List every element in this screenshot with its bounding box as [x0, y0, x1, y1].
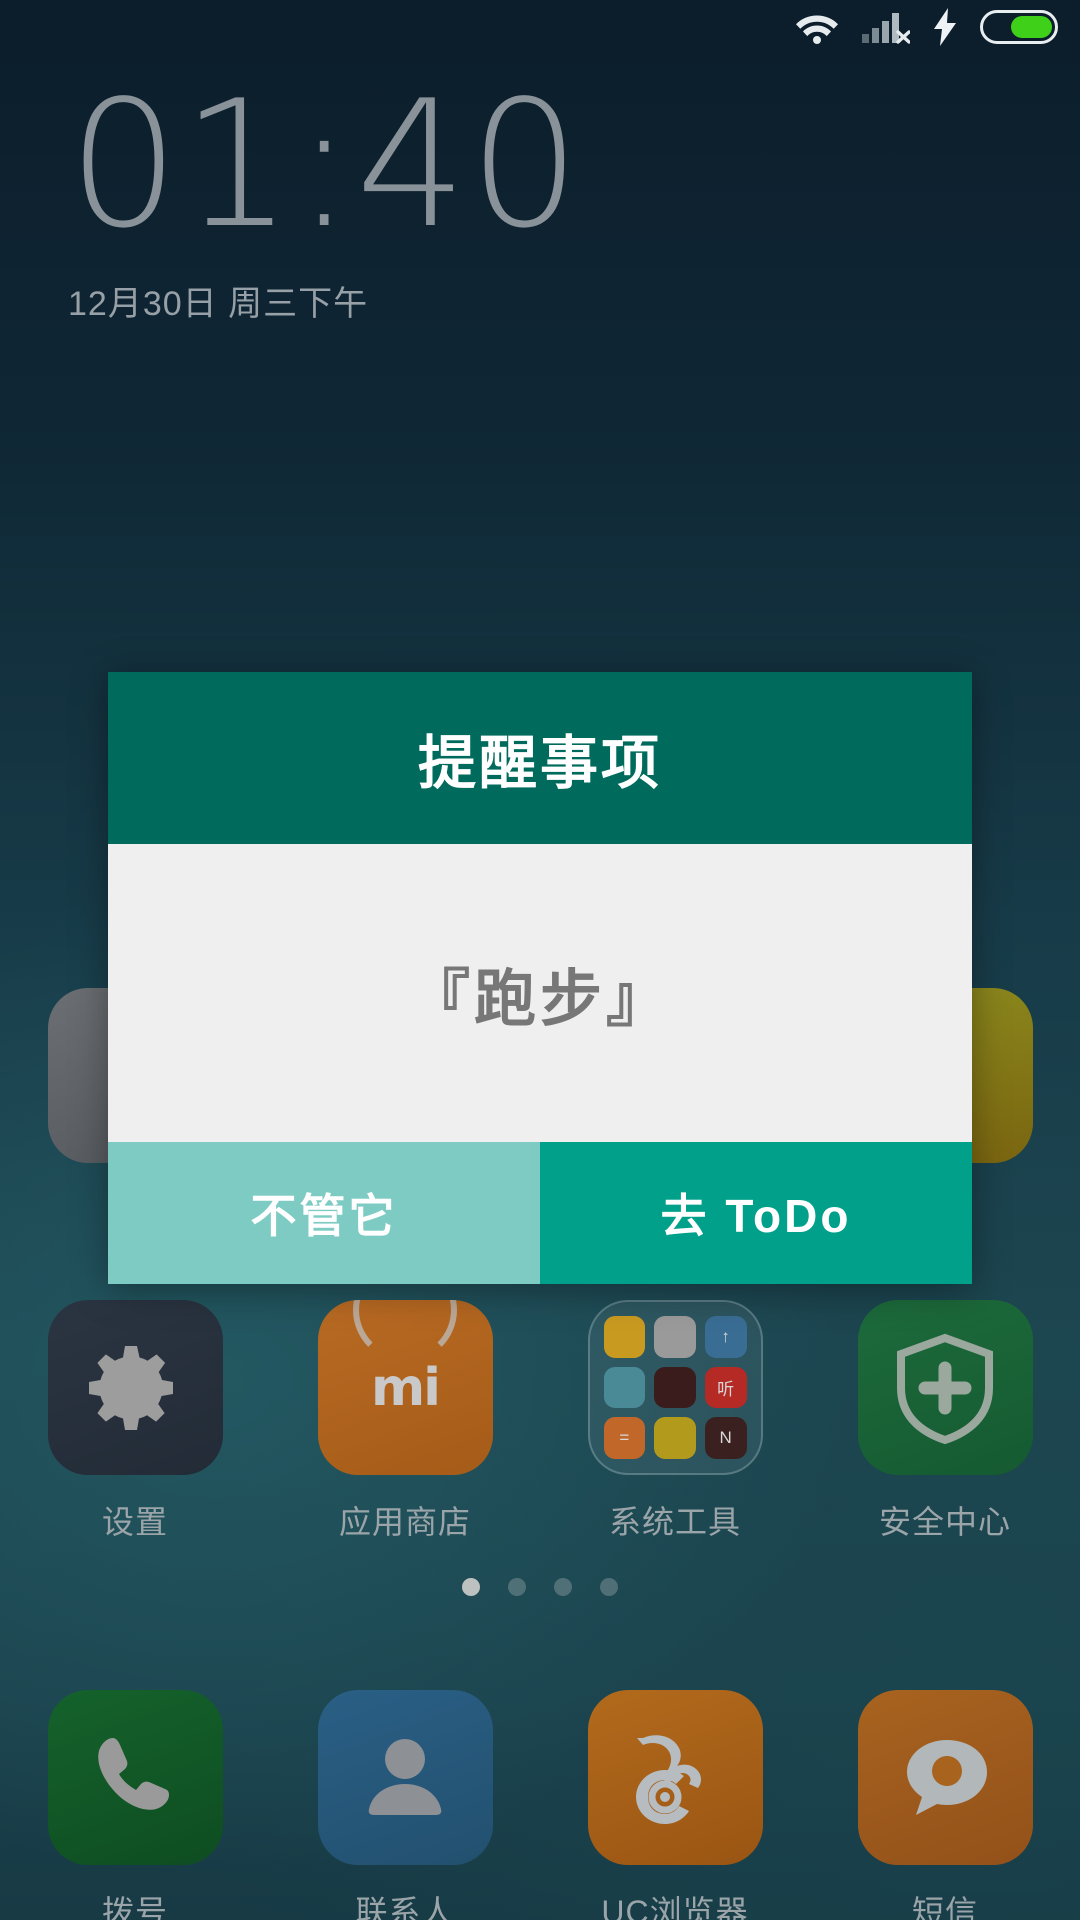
app-label: UC浏览器: [601, 1894, 749, 1920]
bag-handle-icon: [353, 1300, 457, 1362]
page-dot[interactable]: [600, 1578, 618, 1596]
app-store[interactable]: mi 应用商店: [270, 1300, 540, 1543]
mi-logo-text: mi: [370, 1357, 441, 1418]
cellular-no-service-icon: [862, 10, 910, 44]
gear-icon[interactable]: [47, 1300, 223, 1475]
radio-icon[interactable]: 听: [704, 1366, 747, 1409]
mi-store-icon[interactable]: mi: [317, 1300, 493, 1475]
app-uc-browser[interactable]: UC浏览器: [540, 1690, 810, 1920]
app-security[interactable]: 安全中心: [810, 1300, 1080, 1543]
compass-icon[interactable]: N: [704, 1417, 747, 1459]
app-label: 系统工具: [608, 1504, 741, 1540]
clock-date: 12月30日 周三下午: [68, 284, 369, 323]
app-folder-system-tools[interactable]: ↑ 听 = N 系统工具: [540, 1300, 810, 1543]
battery-icon: [980, 10, 1058, 44]
upload-icon[interactable]: ↑: [704, 1316, 747, 1358]
lockscreen-clock-block: 01:40 12月30日 周三下午: [68, 64, 583, 325]
shield-plus-icon[interactable]: [857, 1300, 1033, 1475]
app-label: 拨号: [101, 1894, 168, 1920]
downloads-icon[interactable]: [603, 1316, 646, 1358]
phone-icon[interactable]: [47, 1690, 223, 1865]
reminder-dialog: 提醒事项 『跑步』 不管它 去 ToDo: [108, 672, 972, 1284]
page-dot[interactable]: [508, 1578, 526, 1596]
page-indicator[interactable]: [0, 1578, 1080, 1596]
app-messages[interactable]: 短信: [810, 1690, 1080, 1920]
dialog-actions: 不管它 去 ToDo: [108, 1142, 972, 1284]
app-grid: 设置 mi 应用商店 ↑ 听 = N 系统工具 安全中心: [0, 1300, 1080, 1543]
app-dialer[interactable]: 拨号: [0, 1690, 270, 1920]
app-label: 安全中心: [878, 1504, 1011, 1540]
dismiss-button[interactable]: 不管它: [108, 1142, 540, 1284]
folder-grid: ↑ 听 = N: [603, 1316, 747, 1459]
clock-icon[interactable]: [603, 1366, 646, 1409]
app-label: 设置: [101, 1504, 168, 1540]
folder-icon[interactable]: ↑ 听 = N: [587, 1300, 763, 1475]
app-label: 应用商店: [338, 1504, 471, 1540]
dialog-body: 『跑步』: [108, 844, 972, 1142]
wifi-icon: [794, 10, 840, 44]
uc-squirrel-icon[interactable]: [587, 1690, 763, 1865]
dialog-header: 提醒事项: [108, 672, 972, 844]
page-dot[interactable]: [554, 1578, 572, 1596]
app-contacts[interactable]: 联系人: [270, 1690, 540, 1920]
app-label: 短信: [911, 1894, 978, 1920]
clock-time: 01:40: [68, 64, 583, 267]
dialog-message: 『跑步』: [407, 965, 672, 1034]
person-icon[interactable]: [317, 1690, 493, 1865]
dock: 拨号 联系人 UC浏览器 短信: [0, 1690, 1080, 1920]
app-settings[interactable]: 设置: [0, 1300, 270, 1543]
page-dot[interactable]: [462, 1578, 480, 1596]
dialog-title: 提醒事项: [417, 731, 662, 796]
notes-icon[interactable]: [654, 1417, 696, 1459]
confirm-button[interactable]: 去 ToDo: [540, 1142, 972, 1284]
app-label: 联系人: [355, 1894, 455, 1920]
chat-bubble-icon[interactable]: [857, 1690, 1033, 1865]
status-bar: [0, 0, 1080, 54]
charging-bolt-icon: [932, 8, 958, 46]
calculator-icon[interactable]: =: [603, 1417, 646, 1459]
recorder-icon[interactable]: [654, 1366, 696, 1409]
mail-icon[interactable]: [654, 1316, 696, 1358]
